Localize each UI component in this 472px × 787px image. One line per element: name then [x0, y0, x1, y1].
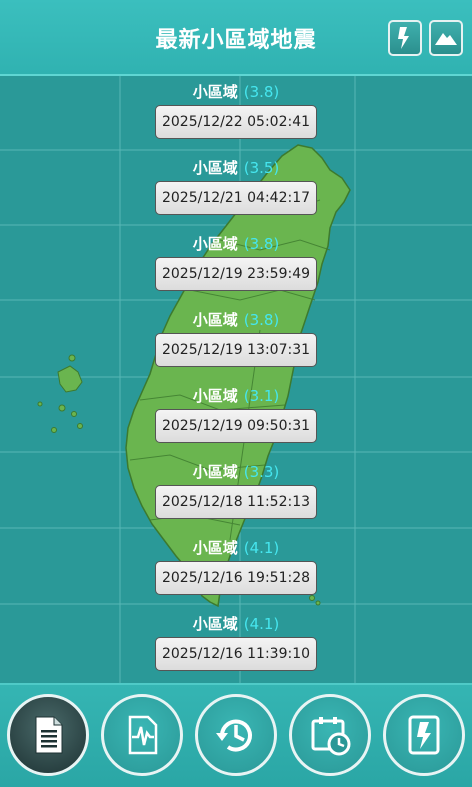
bottom-nav [0, 683, 472, 787]
lightning-card-icon [398, 27, 409, 49]
quake-type: 小區域 [192, 387, 238, 405]
document-list-icon [35, 716, 63, 754]
quake-item[interactable]: 小區域 (3.5) 2025/12/21 04:42:17 [0, 150, 472, 226]
quake-type: 小區域 [192, 83, 238, 101]
app-screen: 最新小區域地震 小區域 (3.8) 2025/12/22 05:02:41 小區域… [0, 0, 472, 787]
quake-time-button[interactable]: 2025/12/16 19:51:28 [155, 561, 317, 595]
quake-label: 小區域 (3.1) [0, 385, 472, 406]
quake-label: 小區域 (3.3) [0, 461, 472, 482]
quake-label: 小區域 (4.1) [0, 537, 472, 558]
calendar-clock-icon [311, 717, 351, 756]
quake-label: 小區域 (3.8) [0, 233, 472, 254]
nav-history[interactable] [195, 694, 277, 776]
quake-magnitude: (3.8) [243, 235, 280, 253]
lightning-card-icon [408, 715, 440, 755]
quake-item[interactable]: 小區域 (3.8) 2025/12/19 13:07:31 [0, 302, 472, 378]
quake-type: 小區域 [192, 539, 238, 557]
quake-magnitude: (3.3) [243, 463, 280, 481]
quake-magnitude: (4.1) [243, 615, 280, 633]
lightning-card-button[interactable] [388, 20, 422, 56]
quake-item[interactable]: 小區域 (4.1) 2025/12/16 11:39:10 [0, 606, 472, 682]
quake-magnitude: (3.8) [243, 83, 280, 101]
seismograph-icon [128, 715, 158, 755]
quake-magnitude: (3.1) [243, 387, 280, 405]
nav-lightning-card[interactable] [383, 694, 465, 776]
quake-item[interactable]: 小區域 (3.8) 2025/12/22 05:02:41 [0, 74, 472, 150]
quake-time-button[interactable]: 2025/12/19 09:50:31 [155, 409, 317, 443]
quake-item[interactable]: 小區域 (4.1) 2025/12/16 19:51:28 [0, 530, 472, 606]
quake-magnitude: (3.8) [243, 311, 280, 329]
nav-document-list[interactable] [7, 694, 89, 776]
quake-type: 小區域 [192, 159, 238, 177]
quake-item[interactable]: 小區域 (3.8) 2025/12/19 23:59:49 [0, 226, 472, 302]
quake-label: 小區域 (4.1) [0, 613, 472, 634]
mountain-icon [435, 33, 457, 45]
nav-seismograph[interactable] [101, 694, 183, 776]
header-bar: 最新小區域地震 [0, 0, 472, 76]
quake-label: 小區域 (3.5) [0, 157, 472, 178]
quake-time-button[interactable]: 2025/12/21 04:42:17 [155, 181, 317, 215]
quake-label: 小區域 (3.8) [0, 81, 472, 102]
quake-time-button[interactable]: 2025/12/22 05:02:41 [155, 105, 317, 139]
quake-time-button[interactable]: 2025/12/18 11:52:13 [155, 485, 317, 519]
quake-time-button[interactable]: 2025/12/19 23:59:49 [155, 257, 317, 291]
mountain-button[interactable] [429, 20, 463, 56]
quake-time-button[interactable]: 2025/12/16 11:39:10 [155, 637, 317, 671]
quake-type: 小區域 [192, 311, 238, 329]
quake-label: 小區域 (3.8) [0, 309, 472, 330]
history-clock-icon [216, 719, 252, 752]
quake-item[interactable]: 小區域 (3.3) 2025/12/18 11:52:13 [0, 454, 472, 530]
quake-type: 小區域 [192, 615, 238, 633]
quake-type: 小區域 [192, 463, 238, 481]
quake-magnitude: (4.1) [243, 539, 280, 557]
nav-calendar-clock[interactable] [289, 694, 371, 776]
quake-item[interactable]: 小區域 (3.1) 2025/12/19 09:50:31 [0, 378, 472, 454]
quake-type: 小區域 [192, 235, 238, 253]
quake-magnitude: (3.5) [243, 159, 280, 177]
quake-time-button[interactable]: 2025/12/19 13:07:31 [155, 333, 317, 367]
